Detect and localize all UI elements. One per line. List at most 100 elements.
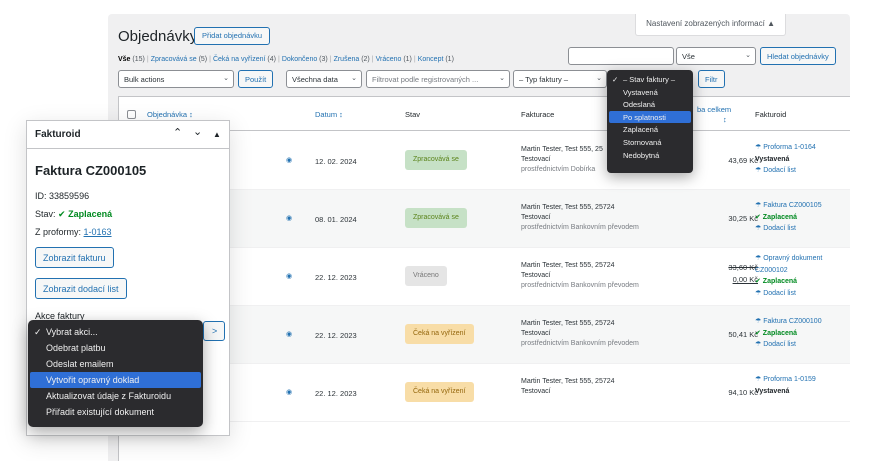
customer-filter-value: Filtrovat podle registrovaných ...: [372, 75, 479, 84]
invoice-action-option[interactable]: Přiřadit existující dokument: [28, 404, 203, 420]
show-delivery-note-button[interactable]: Zobrazit dodací list: [35, 278, 127, 299]
billing-city: Testovací: [521, 214, 551, 221]
status-view-link[interactable]: Zrušena: [334, 56, 360, 63]
view-separator: |: [371, 56, 374, 63]
col-total[interactable]: ba celkem: [697, 105, 731, 114]
fakturoid-cell: ☂ Faktura CZ000105 ✔ Zaplacená ☂ Dodací li…: [755, 200, 822, 235]
billing-address: Martin Tester, Test 555, 25 Testovací pros…: [521, 145, 603, 175]
status-view-count: (2): [359, 56, 370, 63]
state-value: ✔ Zaplacená: [58, 209, 113, 219]
status-view-link[interactable]: Čeká na vyřízení: [213, 56, 266, 63]
customer-filter-select[interactable]: Filtrovat podle registrovaných ... ⌄: [366, 70, 510, 88]
fakturoid-status: ✔ Zaplacená: [755, 213, 798, 221]
status-view-count: (5): [196, 56, 208, 63]
fakturoid-status: Vystavená: [755, 387, 790, 395]
apply-button[interactable]: Použít: [238, 70, 274, 88]
status-view-link[interactable]: Zpracovává se: [151, 56, 197, 63]
fakturoid-link[interactable]: ☂ Proforma 1-0159: [755, 374, 816, 386]
page-title: Objednávky: [118, 28, 198, 45]
status-badge: Zpracovává se: [405, 208, 467, 228]
billing-name: Martin Tester, Test 555, 25724: [521, 320, 615, 327]
order-total: 94,10 Kč: [728, 388, 758, 397]
fakturoid-cell: ☂ Proforma 1-0164 Vystavená ☂ Dodací list: [755, 142, 816, 177]
invoice-action-option[interactable]: Odebrat platbu: [28, 340, 203, 356]
invoice-type-select[interactable]: – Typ faktury – ⌄: [513, 70, 607, 88]
chevron-down-icon: ⌄: [351, 75, 357, 82]
status-view-count: (15): [130, 56, 145, 63]
preview-icon[interactable]: ◉: [286, 214, 292, 222]
billing-address: Martin Tester, Test 555, 25724 Testovací: [521, 377, 615, 397]
invoice-status-option[interactable]: Po splatnosti: [609, 110, 691, 124]
invoice-action-option[interactable]: Vybrat akci...: [28, 324, 203, 340]
id-value: 33859596: [49, 191, 90, 201]
collapse-icon[interactable]: ▲: [213, 130, 221, 139]
search-scope-select[interactable]: Vše ⌄: [676, 47, 756, 65]
date-filter-select[interactable]: Všechna data ⌄: [286, 70, 362, 88]
fakturoid-link[interactable]: ☂ Dodací list: [755, 165, 816, 177]
invoice-action-option[interactable]: Vytvořit opravný doklad: [30, 372, 201, 388]
id-label: ID:: [35, 191, 47, 201]
order-date: 22. 12. 2023: [315, 389, 357, 398]
col-fakturoid: Fakturoid: [755, 110, 787, 119]
proforma-link[interactable]: 1-0163: [84, 227, 112, 237]
search-orders-button[interactable]: Hledat objednávky: [760, 47, 836, 65]
fakturoid-link[interactable]: ☂ Dodací list: [755, 223, 822, 235]
filter-button[interactable]: Filtr: [698, 70, 725, 88]
billing-address: Martin Tester, Test 555, 25724 Testovací p…: [521, 319, 639, 349]
search-input[interactable]: [568, 47, 674, 65]
col-date[interactable]: Datum ↕: [315, 110, 343, 119]
invoice-number: Faktura CZ000105: [35, 163, 147, 178]
fakturoid-link[interactable]: ☂ Opravný dokument: [755, 253, 822, 265]
fakturoid-cell: ☂ Faktura CZ000100 ✔ Zaplacená ☂ Dodací li…: [755, 316, 822, 351]
invoice-action-dropdown[interactable]: Vybrat akci...Odebrat platbuOdeslat emai…: [28, 320, 203, 427]
total-value: 94,10 Kč: [728, 388, 758, 397]
chevron-down-icon: ⌄: [499, 75, 505, 82]
run-action-button[interactable]: >: [203, 321, 225, 341]
fakturoid-status: Vystavená: [755, 155, 790, 163]
invoice-action-option[interactable]: Odeslat emailem: [28, 356, 203, 372]
select-all-checkbox[interactable]: [127, 110, 136, 119]
status-view-link[interactable]: Dokončeno: [282, 56, 317, 63]
col-order[interactable]: Objednávka ↕: [147, 110, 193, 119]
invoice-status-option[interactable]: Nedobytná: [607, 149, 693, 162]
fakturoid-cell: ☂ Opravný dokument CZ000102 ✔ Zaplacená ☂ D…: [755, 253, 822, 299]
invoice-status-option[interactable]: Zaplacená: [607, 123, 693, 136]
invoice-status-option[interactable]: Odeslaná: [607, 98, 693, 111]
move-up-icon[interactable]: ⌃: [173, 126, 182, 139]
fakturoid-cell: ☂ Proforma 1-0159 Vystavená: [755, 374, 816, 397]
invoice-status-option[interactable]: Vystavená: [607, 86, 693, 99]
bulk-actions-select[interactable]: Bulk actions ⌄: [118, 70, 234, 88]
move-down-icon[interactable]: ⌄: [193, 125, 202, 138]
payment-method: prostřednictvím Bankovním převodem: [521, 224, 639, 231]
fakturoid-link[interactable]: CZ000102: [755, 265, 822, 277]
fakturoid-link[interactable]: ☂ Dodací list: [755, 288, 822, 300]
status-view-link[interactable]: Vše: [118, 56, 130, 63]
original-total: 33,60 Kč: [728, 263, 758, 272]
col-total-sort[interactable]: ↕: [723, 115, 727, 124]
status-view-link[interactable]: Koncept: [418, 56, 444, 63]
invoice-action-option[interactable]: Aktualizovat údaje z Fakturoidu: [28, 388, 203, 404]
fakturoid-link[interactable]: ☂ Dodací list: [755, 339, 822, 351]
invoice-status-dropdown[interactable]: – Stav faktury –VystavenáOdeslanáPo spla…: [607, 70, 693, 173]
billing-city: Testovací: [521, 330, 551, 337]
preview-icon[interactable]: ◉: [286, 388, 292, 396]
invoice-status-option[interactable]: Stornovaná: [607, 136, 693, 149]
bulk-actions-value: Bulk actions: [124, 75, 165, 84]
screen-options-button[interactable]: Nastavení zobrazených informací ▲: [635, 14, 786, 36]
invoice-status-option[interactable]: – Stav faktury –: [607, 73, 693, 86]
show-invoice-button[interactable]: Zobrazit fakturu: [35, 247, 114, 268]
status-view-link[interactable]: Vráceno: [376, 56, 402, 63]
view-separator: |: [209, 56, 211, 63]
fakturoid-link[interactable]: ☂ Faktura CZ000105: [755, 200, 822, 212]
status-badge: Vráceno: [405, 266, 447, 286]
preview-icon[interactable]: ◉: [286, 330, 292, 338]
order-date: 12. 02. 2024: [315, 157, 357, 166]
preview-icon[interactable]: ◉: [286, 272, 292, 280]
search-scope-value: Vše: [682, 52, 695, 61]
add-order-button[interactable]: Přidat objednávku: [194, 27, 271, 45]
order-total: 50,41 Kč: [728, 330, 758, 339]
preview-icon[interactable]: ◉: [286, 156, 292, 164]
fakturoid-link[interactable]: ☂ Proforma 1-0164: [755, 142, 816, 154]
fakturoid-link[interactable]: ☂ Faktura CZ000100: [755, 316, 822, 328]
invoice-state: Stav: ✔ Zaplacená: [35, 209, 112, 220]
